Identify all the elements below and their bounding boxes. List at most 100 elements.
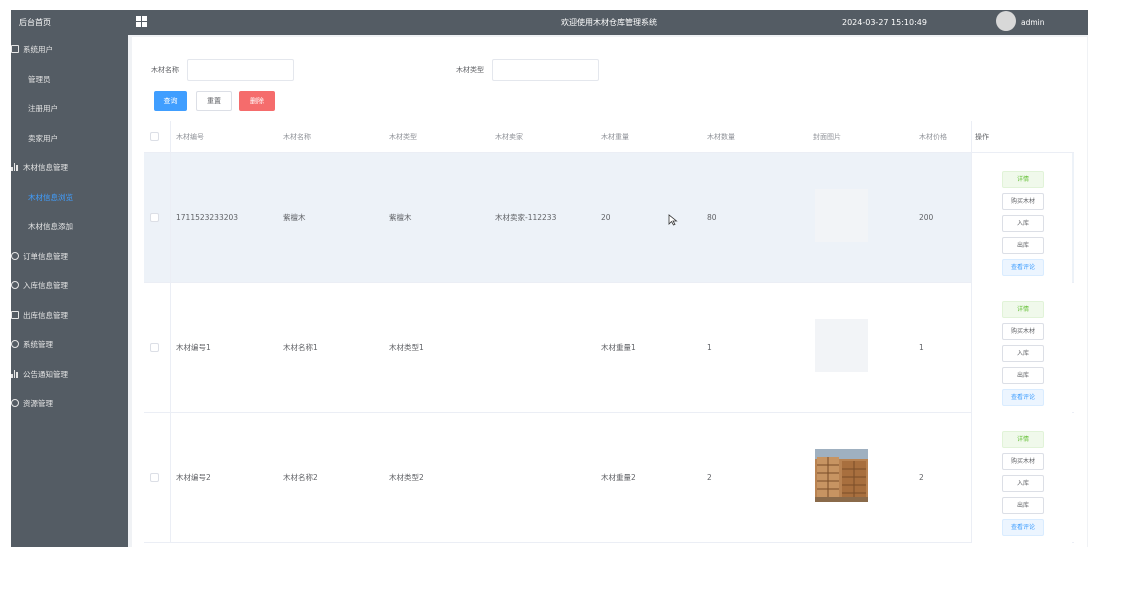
reset-button[interactable]: 重置: [196, 91, 232, 111]
cell-code: 木材编号2: [176, 473, 211, 482]
wood-type-input[interactable]: [492, 59, 599, 81]
header-username[interactable]: admin: [1021, 10, 1045, 35]
stock-in-button[interactable]: 入库: [1002, 215, 1044, 232]
wood-type-label: 木材类型: [456, 66, 484, 74]
cell-type: 紫檀木: [389, 213, 412, 222]
cell-quantity: 2: [707, 473, 712, 482]
detail-button[interactable]: 详情: [1002, 301, 1044, 318]
stock-out-button[interactable]: 出库: [1002, 367, 1044, 384]
avatar[interactable]: [996, 11, 1016, 31]
filter-bar: 木材名称 木材类型 查询 重置 删除: [132, 37, 1087, 122]
sidebar-item-2[interactable]: 注册用户: [11, 94, 128, 124]
circle-icon: [11, 281, 19, 289]
sidebar-item-3[interactable]: 卖家用户: [11, 124, 128, 154]
cell-code: 1711523233203: [176, 213, 239, 222]
table-row[interactable]: 木材编号1 木材名称1 木材类型1 木材重量1 1 1 详情 购买木材 入库 出库 查看评论: [144, 283, 1074, 413]
select-all-checkbox[interactable]: [150, 132, 159, 141]
cell-name: 木材名称1: [283, 343, 318, 352]
detail-button[interactable]: 详情: [1002, 431, 1044, 448]
sidebar-item-9[interactable]: 出库信息管理: [11, 301, 128, 331]
cover-image-placeholder: [815, 189, 868, 242]
sidebar-item-5[interactable]: 木材信息浏览: [11, 183, 128, 213]
col-header-weight[interactable]: 木材重量: [601, 121, 629, 153]
col-header-actions: 操作: [975, 133, 989, 141]
table-row[interactable]: 1711523233203 紫檀木 紫檀木 木材卖家-112233 20 80 200 详情购…: [144, 153, 1074, 283]
view-comments-button[interactable]: 查看评论: [1002, 259, 1044, 276]
menu-toggle-grid-icon[interactable]: [136, 16, 147, 27]
header-datetime: 2024-03-27 15:10:49: [842, 18, 927, 27]
sidebar-item-label: 木材信息浏览: [28, 192, 73, 202]
sidebar-item-10[interactable]: 系统管理: [11, 330, 128, 360]
sidebar-item-7[interactable]: 订单信息管理: [11, 242, 128, 272]
sidebar-item-label: 系统管理: [23, 340, 53, 349]
stock-out-button[interactable]: 出库: [1002, 237, 1044, 254]
sidebar-item-label: 资源管理: [23, 399, 53, 408]
square-icon: [11, 310, 19, 319]
sidebar-item-label: 出库信息管理: [23, 310, 68, 320]
cell-seller: 木材卖家-112233: [495, 213, 557, 222]
bar-chart-icon: [11, 369, 19, 378]
circle-icon: [11, 399, 19, 407]
circle-icon: [11, 251, 19, 260]
buy-wood-button[interactable]: 购买木材: [1002, 453, 1044, 470]
col-header-type[interactable]: 木材类型: [389, 121, 417, 153]
sidebar-item-1[interactable]: 管理员: [11, 65, 128, 95]
cover-image-placeholder: [815, 319, 868, 372]
cell-price: 200: [919, 213, 934, 222]
mouse-cursor-icon: [668, 214, 678, 226]
sidebar-item-label: 入库信息管理: [23, 281, 68, 290]
sidebar-item-0[interactable]: 系统用户: [11, 35, 128, 65]
cell-weight: 20: [601, 213, 611, 222]
row-checkbox[interactable]: [150, 343, 159, 352]
col-header-quantity[interactable]: 木材数量: [707, 121, 735, 153]
stock-in-button[interactable]: 入库: [1002, 475, 1044, 492]
sidebar-item-label: 管理员: [28, 74, 51, 84]
row-actions: 详情购买木材入库出库查看评论: [972, 283, 1072, 413]
sidebar-item-label: 卖家用户: [28, 133, 58, 143]
sidebar: 后台首页 系统用户管理员注册用户卖家用户木材信息管理木材信息浏览 木材信息添加订单…: [11, 10, 128, 547]
buy-wood-button[interactable]: 购买木材: [1002, 193, 1044, 210]
wood-table: 木材编号 木材名称 木材类型 木材卖家 木材重量 木材数量 封面图片 木材价格 …: [144, 121, 1074, 543]
top-header: 欢迎使用木材仓库管理系统 2024-03-27 15:10:49 admin: [128, 10, 1088, 35]
sidebar-item-label: 注册用户: [28, 104, 58, 113]
cell-weight: 木材重量2: [601, 473, 636, 482]
column-divider: [971, 121, 972, 543]
wood-name-input[interactable]: [187, 59, 294, 81]
col-header-price[interactable]: 木材价格: [919, 121, 947, 153]
buy-wood-button[interactable]: 购买木材: [1002, 323, 1044, 340]
bar-chart-icon: [11, 163, 19, 171]
sidebar-item-6[interactable]: 木材信息添加: [11, 212, 128, 242]
sidebar-menu: 系统用户管理员注册用户卖家用户木材信息管理木材信息浏览 木材信息添加订单信息管理入…: [11, 35, 128, 419]
cell-price: 2: [919, 473, 924, 482]
search-button[interactable]: 查询: [154, 91, 187, 111]
row-checkbox[interactable]: [150, 473, 159, 482]
stock-in-button[interactable]: 入库: [1002, 345, 1044, 362]
delete-button[interactable]: 删除: [239, 91, 275, 111]
cell-weight: 木材重量1: [601, 343, 636, 352]
sidebar-item-12[interactable]: 资源管理: [11, 389, 128, 419]
row-actions: 详情购买木材入库出库查看评论: [972, 413, 1072, 543]
cell-type: 木材类型1: [389, 343, 424, 352]
row-actions: 详情购买木材入库出库查看评论: [972, 153, 1072, 283]
sidebar-item-4[interactable]: 木材信息管理: [11, 153, 128, 183]
sidebar-item-label: 系统用户: [23, 45, 53, 54]
col-header-name[interactable]: 木材名称: [283, 121, 311, 153]
table-row[interactable]: 木材编号2 木材名称2 木材类型2 木材重量2 2 2 详情 购买木材 入库 出库 查看评论: [144, 413, 1074, 543]
col-header-seller[interactable]: 木材卖家: [495, 121, 523, 153]
cell-code: 木材编号1: [176, 343, 211, 352]
col-header-code[interactable]: 木材编号: [176, 121, 204, 153]
sidebar-item-8[interactable]: 入库信息管理: [11, 271, 128, 301]
welcome-title: 欢迎使用木材仓库管理系统: [561, 18, 657, 27]
stock-out-button[interactable]: 出库: [1002, 497, 1044, 514]
col-header-cover[interactable]: 封面图片: [813, 121, 841, 153]
column-divider: [170, 121, 171, 543]
view-comments-button[interactable]: 查看评论: [1002, 519, 1044, 536]
main-content: 木材名称 木材类型 查询 重置 删除 木材编号 木材名称 木材类型 木材卖家 木…: [132, 37, 1087, 547]
sidebar-brand-home[interactable]: 后台首页: [11, 10, 128, 35]
sidebar-item-11[interactable]: 公告通知管理: [11, 360, 128, 390]
sidebar-item-label: 木材信息添加: [28, 222, 73, 231]
row-checkbox[interactable]: [150, 213, 159, 222]
view-comments-button[interactable]: 查看评论: [1002, 389, 1044, 406]
detail-button[interactable]: 详情: [1002, 171, 1044, 188]
sidebar-item-label: 公告通知管理: [23, 369, 68, 379]
